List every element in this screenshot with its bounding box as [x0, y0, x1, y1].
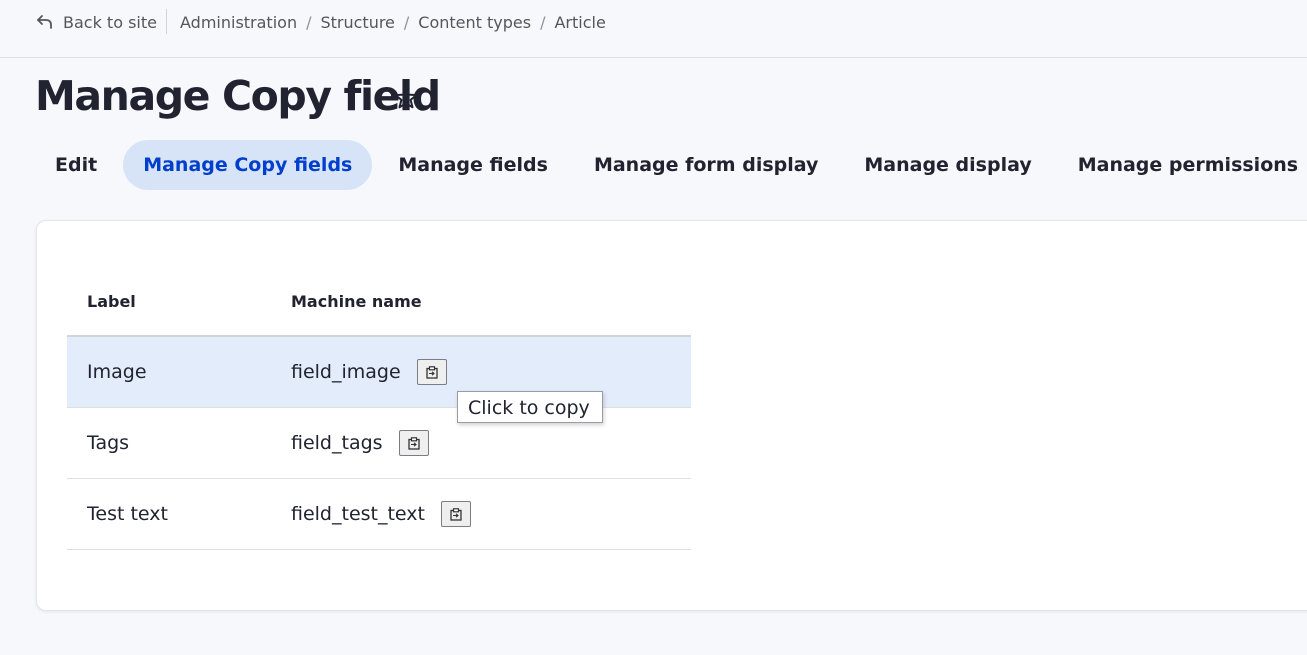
machine-name-cell: field_test_text: [291, 501, 691, 527]
clipboard-icon: [426, 365, 438, 379]
tab-manage-fields[interactable]: Manage fields: [378, 140, 568, 190]
back-to-site-label: Back to site: [63, 12, 157, 32]
breadcrumb-divider: [166, 9, 167, 34]
breadcrumb-separator: /: [403, 12, 410, 32]
machine-name-cell: field_tags: [291, 430, 691, 456]
tab-manage-form-display[interactable]: Manage form display: [574, 140, 838, 190]
copy-button[interactable]: [398, 430, 429, 456]
copy-button[interactable]: [416, 359, 447, 385]
copy-tooltip: Click to copy: [457, 391, 603, 423]
field-label: Tags: [87, 432, 130, 454]
machine-name: field_tags: [291, 432, 383, 454]
machine-name-cell: field_image: [291, 359, 691, 385]
content-card: Label Machine name Image field_image Tag…: [36, 220, 1307, 611]
tab-manage-display[interactable]: Manage display: [844, 140, 1051, 190]
breadcrumb: Administration / Structure / Content typ…: [180, 10, 606, 34]
breadcrumb-item-content-types[interactable]: Content types: [418, 13, 531, 32]
tab-edit[interactable]: Edit: [35, 140, 117, 190]
breadcrumb-separator: /: [540, 12, 546, 32]
clipboard-icon: [407, 436, 420, 450]
field-label: Image: [87, 361, 147, 383]
machine-name: field_test_text: [291, 503, 425, 525]
column-header-machine-name: Machine name: [291, 291, 422, 311]
machine-name: field_image: [291, 361, 401, 383]
back-to-site-link[interactable]: Back to site: [36, 10, 157, 34]
clipboard-icon: [450, 507, 462, 521]
star-icon[interactable]: [393, 85, 419, 111]
top-bar: Back to site Administration / Structure …: [0, 0, 1307, 58]
table-row: Test text field_test_text: [67, 479, 691, 550]
tab-manage-copy-fields[interactable]: Manage Copy fields: [123, 140, 373, 190]
field-label: Test text: [87, 503, 168, 525]
table-header: Label Machine name: [67, 267, 691, 337]
back-arrow-icon: [37, 15, 52, 29]
page-title: Manage Copy field: [35, 72, 441, 120]
breadcrumb-separator: /: [306, 12, 312, 32]
breadcrumb-item-article[interactable]: Article: [554, 13, 605, 32]
primary-tabs: Edit Manage Copy fields Manage fields Ma…: [35, 140, 1307, 190]
tab-manage-permissions[interactable]: Manage permissions: [1058, 140, 1307, 190]
breadcrumb-item-structure[interactable]: Structure: [320, 13, 394, 32]
breadcrumb-item-administration[interactable]: Administration: [180, 13, 297, 32]
column-header-label: Label: [87, 291, 136, 311]
copy-button[interactable]: [440, 501, 471, 527]
